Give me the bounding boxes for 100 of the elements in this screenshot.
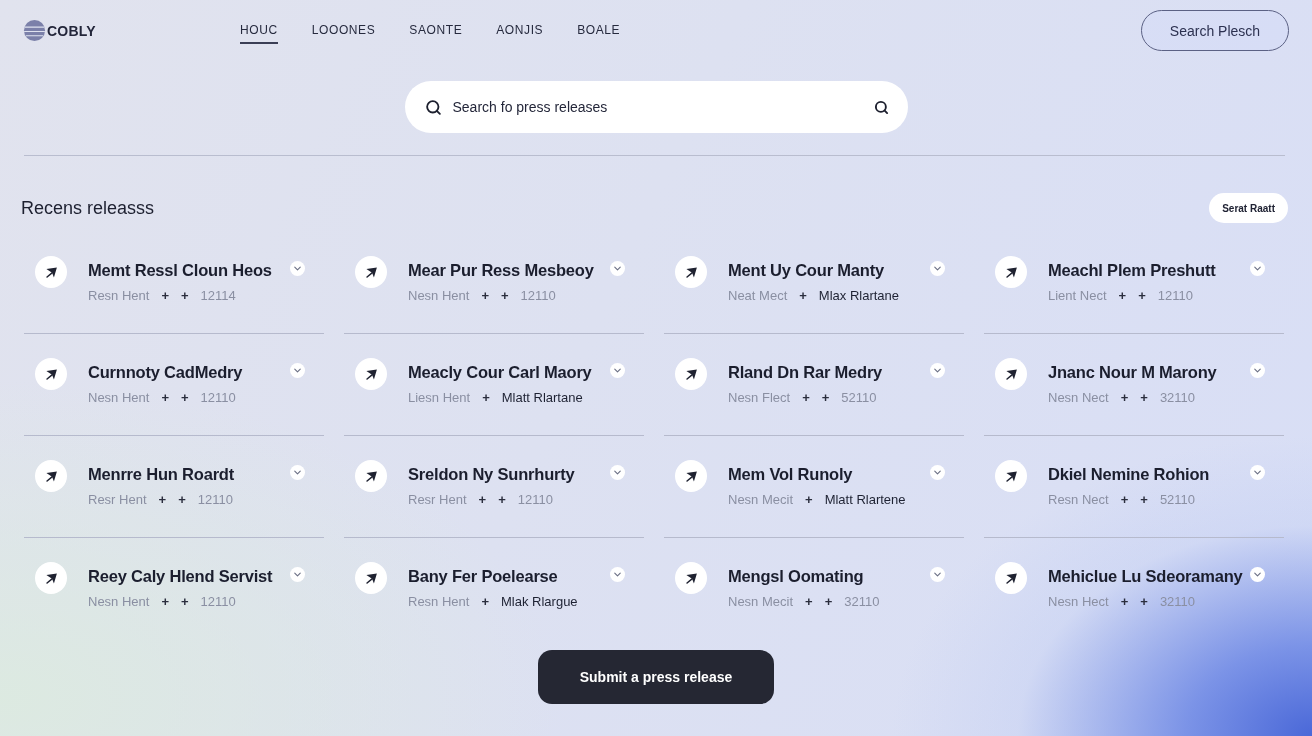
arrow-up-right-icon — [35, 358, 67, 390]
chevron-down-icon[interactable] — [610, 261, 625, 276]
separator-glyph: + — [1120, 593, 1129, 609]
meta-text: 12110 — [200, 593, 236, 609]
release-title[interactable]: Mem Vol Runoly — [728, 464, 853, 484]
arrow-up-right-icon — [995, 256, 1027, 288]
chevron-down-icon[interactable] — [930, 363, 945, 378]
separator-glyph: + — [1138, 287, 1146, 303]
meta-text: Nesn Hent — [408, 287, 470, 303]
release-title[interactable]: Meacly Cour Carl Maory — [408, 362, 592, 382]
meta-text: 32110 — [1159, 593, 1196, 609]
nav-link[interactable]: LOOONES — [311, 17, 376, 44]
meta-text: 12110 — [1157, 287, 1193, 303]
arrow-up-right-icon — [355, 562, 387, 594]
separator-glyph: + — [802, 389, 810, 405]
separator-glyph: + — [805, 593, 813, 609]
arrow-up-right-icon — [995, 358, 1027, 390]
release-title[interactable]: Ment Uy Cour Manty — [728, 260, 884, 280]
arrow-up-right-icon — [355, 256, 387, 288]
chevron-down-icon[interactable] — [1250, 465, 1265, 480]
separator-glyph: + — [1120, 491, 1129, 507]
search-icon[interactable] — [873, 99, 889, 115]
arrow-up-right-icon — [675, 256, 707, 288]
release-title[interactable]: Sreldon Ny Sunrhurty — [408, 464, 575, 484]
separator-glyph: + — [501, 287, 509, 303]
chevron-down-icon[interactable] — [930, 465, 945, 480]
separator-glyph: + — [481, 287, 489, 303]
meta-text: Lient Nect — [1048, 287, 1107, 303]
logo-icon — [23, 19, 46, 42]
meta-text: 12110 — [197, 491, 233, 507]
meta-text: 12110 — [517, 491, 553, 507]
search-field[interactable]: Search fo press releases — [404, 81, 908, 133]
separator-glyph: + — [178, 491, 186, 507]
separator-glyph: + — [1120, 389, 1129, 405]
chevron-down-icon[interactable] — [1250, 363, 1265, 378]
chevron-down-icon[interactable] — [1250, 261, 1265, 276]
chevron-down-icon[interactable] — [610, 363, 625, 378]
meta-text: Nesn Hent — [88, 593, 150, 609]
nav-link[interactable]: BOALE — [577, 17, 621, 44]
meta-text: 12110 — [200, 389, 236, 405]
chevron-down-icon[interactable] — [610, 465, 625, 480]
highlighted-meta-text: Mlatt Rlartene — [824, 491, 906, 507]
meta-text: 52110 — [841, 389, 877, 405]
meta-text: 32110 — [844, 593, 880, 609]
separator-glyph: + — [478, 491, 487, 507]
meta-text: Nesn Hent — [88, 389, 150, 405]
release-title[interactable]: Rland Dn Rar Medry — [728, 362, 883, 382]
nav-link[interactable]: SAONTE — [409, 17, 463, 44]
release-title[interactable]: Mengsl Oomating — [728, 566, 864, 586]
separator-glyph: + — [821, 389, 830, 405]
chevron-down-icon[interactable] — [290, 465, 305, 480]
separator-glyph: + — [1140, 593, 1148, 609]
separator-glyph: + — [1140, 491, 1148, 507]
separator-glyph: + — [1140, 389, 1148, 405]
meta-text: Resn Hent — [88, 287, 150, 303]
meta-text: Resn Nect — [1048, 491, 1109, 507]
arrow-up-right-icon — [995, 562, 1027, 594]
arrow-up-right-icon — [355, 460, 387, 492]
arrow-up-right-icon — [355, 358, 387, 390]
separator-glyph: + — [161, 593, 169, 609]
chevron-down-icon[interactable] — [610, 567, 625, 582]
arrow-up-right-icon — [675, 562, 707, 594]
search-input[interactable]: Search fo press releases — [452, 92, 863, 122]
release-title[interactable]: Menrre Hun Roardt — [88, 464, 235, 484]
separator-glyph: + — [181, 389, 189, 405]
chevron-down-icon[interactable] — [930, 261, 945, 276]
meta-text: Nesn Mecit — [728, 593, 794, 609]
chevron-down-icon[interactable] — [1250, 567, 1265, 582]
chevron-down-icon[interactable] — [290, 567, 305, 582]
separator-glyph: + — [498, 491, 506, 507]
release-title[interactable]: Bany Fer Poelearse — [408, 566, 558, 586]
release-title[interactable]: Meachl Plem Preshutt — [1048, 260, 1216, 280]
release-title[interactable]: Jnanc Nour M Marony — [1048, 362, 1217, 382]
release-title[interactable]: Dkiel Nemine Rohion — [1048, 464, 1210, 484]
search-button[interactable]: Search Plesch — [1141, 10, 1289, 51]
meta-text: Nesn Mecit — [728, 491, 794, 507]
arrow-up-right-icon — [995, 460, 1027, 492]
separator-glyph: + — [824, 593, 833, 609]
separator-glyph: + — [158, 491, 167, 507]
release-title[interactable]: Mehiclue Lu Sdeoramany — [1048, 566, 1243, 586]
release-title[interactable]: Reey Caly Hlend Servist — [88, 566, 273, 586]
chevron-down-icon[interactable] — [290, 363, 305, 378]
nav-link[interactable]: HOUC — [240, 17, 278, 44]
separator-glyph: + — [181, 593, 189, 609]
chevron-down-icon[interactable] — [290, 261, 305, 276]
release-title[interactable]: Memt Ressl Cloun Heos — [88, 260, 272, 280]
separator-glyph: + — [481, 593, 489, 609]
separator-glyph: + — [799, 287, 807, 303]
meta-text: 52110 — [1159, 491, 1196, 507]
meta-text: Nesn Hect — [1048, 593, 1109, 609]
chevron-down-icon[interactable] — [930, 567, 945, 582]
submit-button[interactable]: Submit a press release — [538, 650, 774, 704]
meta-text: Neat Mect — [728, 287, 788, 303]
highlighted-meta-text: Mlax Rlartane — [818, 287, 900, 303]
release-title[interactable]: Mear Pur Ress Mesbeoy — [408, 260, 594, 280]
separator-glyph: + — [181, 287, 189, 303]
search-icon — [424, 98, 442, 116]
sort-button[interactable]: Serat Raatt — [1209, 193, 1288, 223]
release-title[interactable]: Curnnoty CadMedry — [88, 362, 243, 382]
nav-link[interactable]: AONJIS — [496, 17, 544, 44]
